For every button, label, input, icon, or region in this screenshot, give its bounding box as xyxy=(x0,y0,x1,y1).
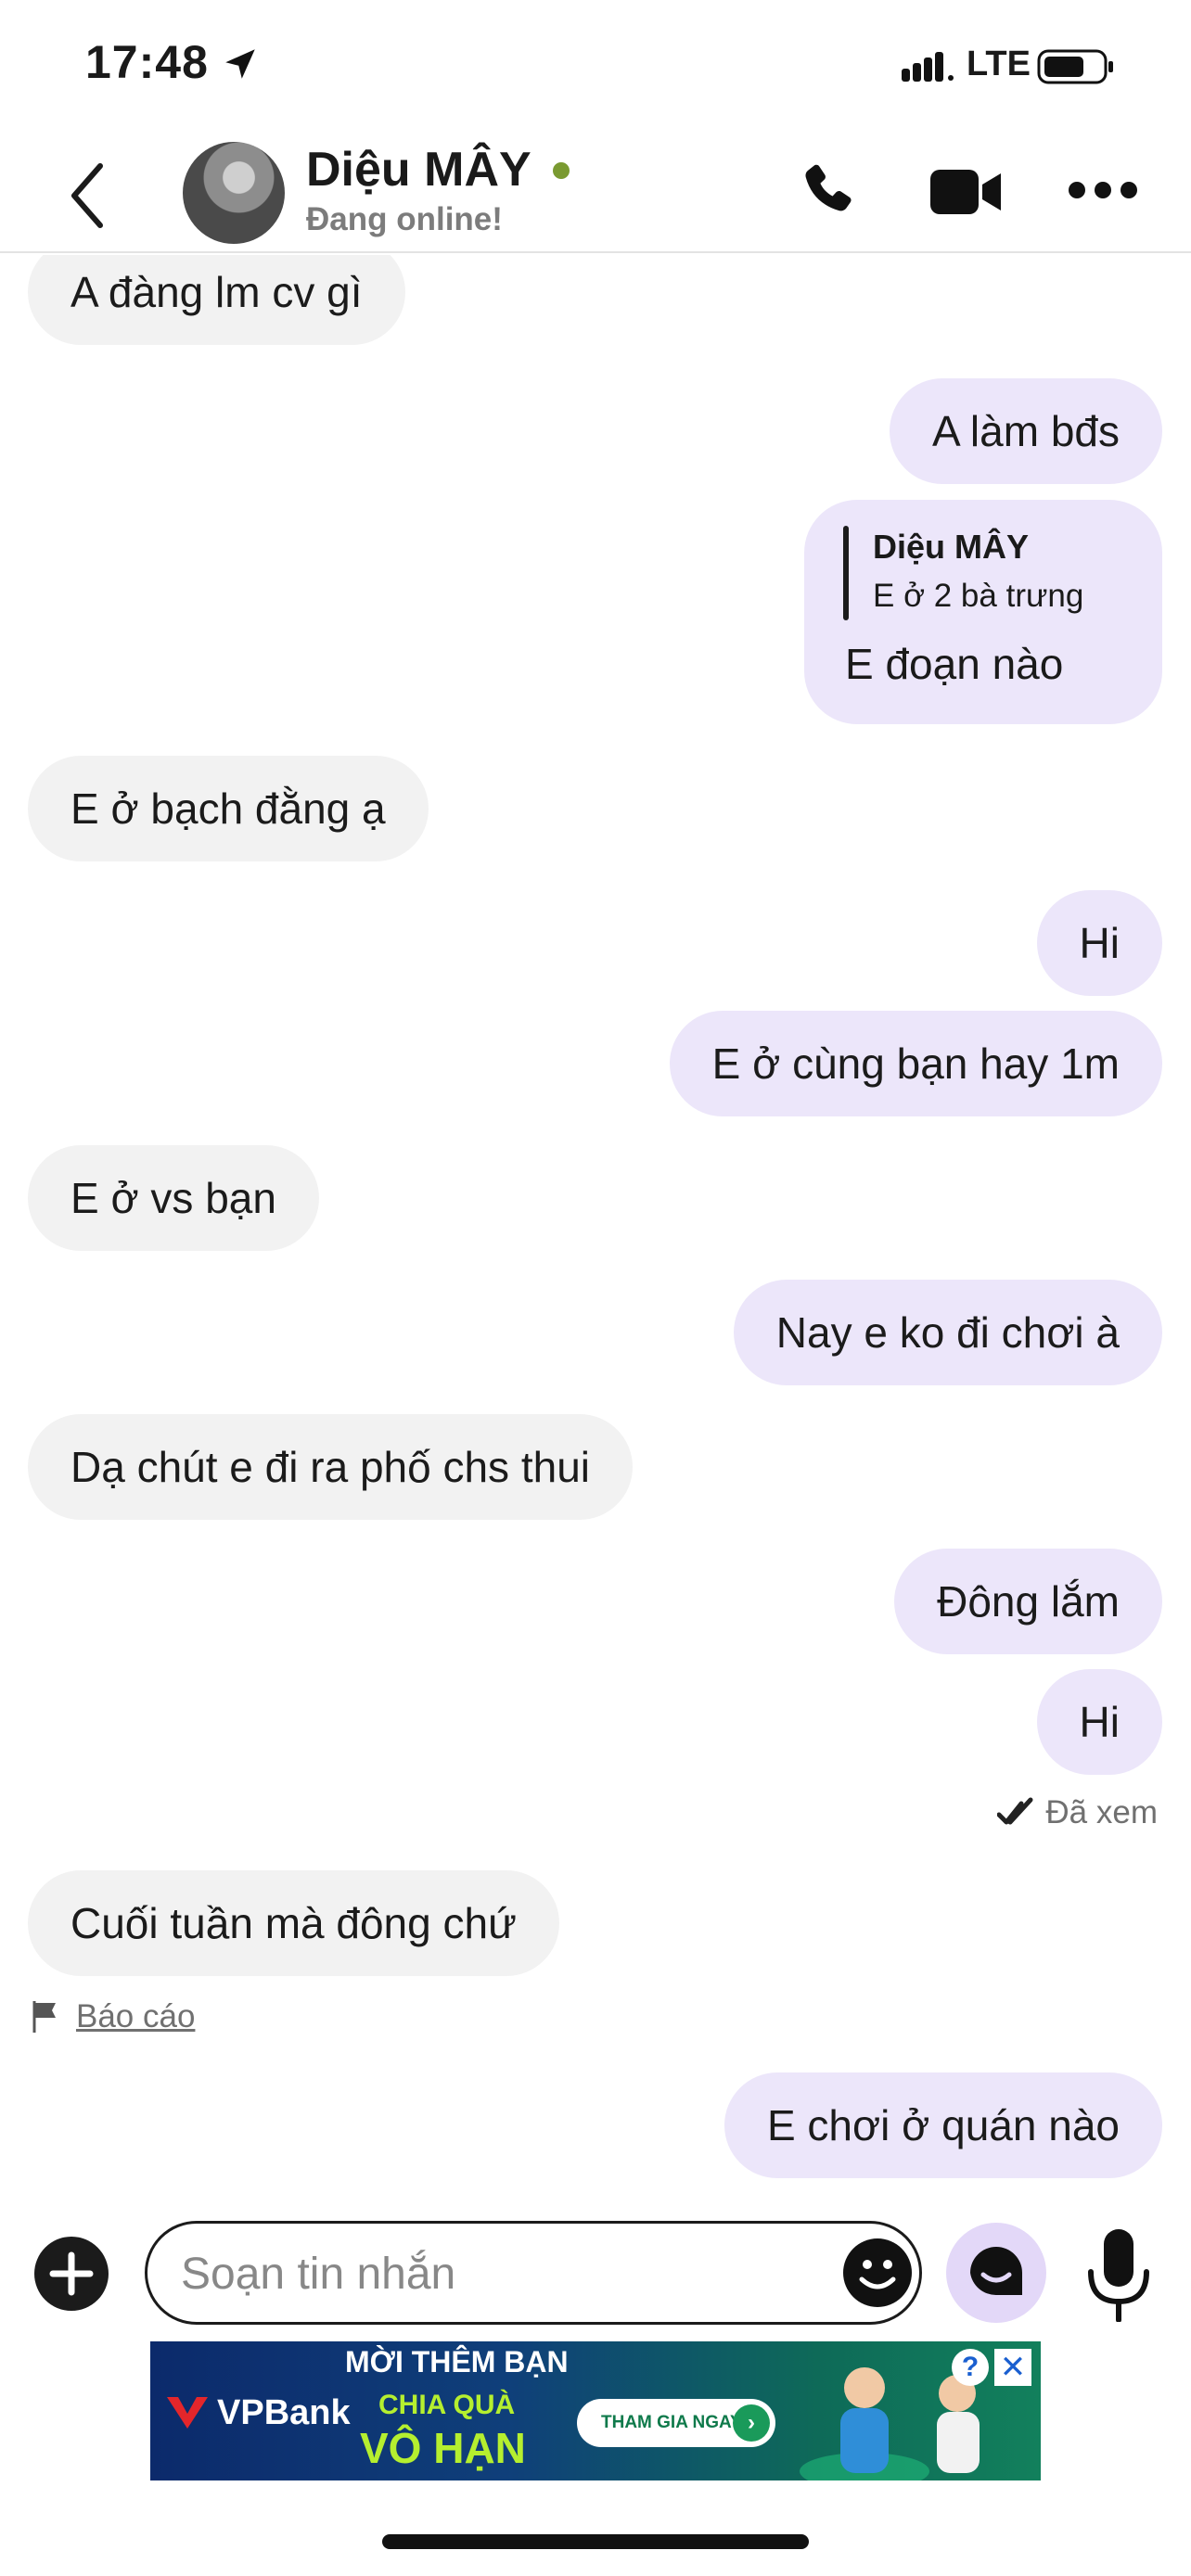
sticker-icon xyxy=(970,2247,1022,2296)
network-type: LTE xyxy=(967,45,1031,83)
double-check-icon xyxy=(997,1797,1033,1825)
ad-highlight: VÔ HẠN xyxy=(360,2424,526,2472)
quote-bar xyxy=(843,526,849,620)
ad-cta-button[interactable]: THAM GIA NGAY › xyxy=(577,2399,775,2447)
ad-close-button[interactable]: ✕ xyxy=(994,2349,1031,2386)
quoted-text: E ở 2 bà trưng xyxy=(873,578,1084,614)
signal-icon xyxy=(902,52,954,82)
message-outgoing[interactable]: Nay e ko đi chơi à xyxy=(733,1280,1162,1385)
message-outgoing[interactable]: E chơi ở quán nào xyxy=(724,2072,1162,2178)
message-input[interactable] xyxy=(181,2244,784,2303)
quoted-sender: Diệu MÂY xyxy=(873,528,1030,566)
ad-brand: VPBank xyxy=(217,2392,351,2432)
more-icon[interactable] xyxy=(1067,179,1139,201)
ad-cta-label: THAM GIA NGAY xyxy=(601,2413,742,2432)
contact-name[interactable]: Diệu MÂY xyxy=(306,142,531,198)
message-outgoing-reply[interactable]: Diệu MÂY E ở 2 bà trưng E đoạn nào xyxy=(804,500,1162,724)
message-composer xyxy=(0,2207,1191,2346)
message-outgoing[interactable]: Hi xyxy=(1036,1669,1162,1775)
emoji-icon[interactable] xyxy=(841,2237,914,2309)
message-outgoing[interactable]: Hi xyxy=(1036,890,1162,996)
arrow-right-icon: › xyxy=(733,2404,770,2442)
back-icon[interactable] xyxy=(65,160,111,231)
chat-header: Diệu MÂY Đang online! xyxy=(0,134,1191,253)
seen-label: Đã xem xyxy=(1045,1794,1158,1830)
message-outgoing[interactable]: Đông lắm xyxy=(894,1549,1162,1654)
ad-info-button[interactable]: ? xyxy=(952,2349,989,2386)
message-incoming[interactable]: E ở bạch đằng ạ xyxy=(28,756,429,861)
message-list[interactable]: A đàng lm cv gì A làm bđs Diệu MÂY E ở 2… xyxy=(0,255,1191,2193)
plus-icon xyxy=(49,2251,94,2296)
message-incoming[interactable]: A đàng lm cv gì xyxy=(28,255,405,345)
report-link[interactable]: Báo cáo xyxy=(32,1998,195,2035)
report-label[interactable]: Báo cáo xyxy=(76,1998,195,2035)
ad-brand-logo: VPBank xyxy=(163,2391,351,2434)
status-time: 17:48 xyxy=(85,36,209,88)
ad-banner[interactable]: VPBank MỜI THÊM BẠN CHIA QUÀ VÔ HẠN THAM… xyxy=(150,2341,1041,2480)
video-camera-icon[interactable] xyxy=(930,166,1003,218)
phone-icon[interactable] xyxy=(796,159,863,225)
message-incoming[interactable]: Dạ chút e đi ra phố chs thui xyxy=(28,1414,633,1520)
ad-headline: MỜI THÊM BẠN xyxy=(345,2345,569,2378)
home-indicator[interactable] xyxy=(382,2534,809,2549)
vpbank-logo-icon xyxy=(167,2397,208,2429)
microphone-icon[interactable] xyxy=(1085,2227,1152,2322)
online-status-dot xyxy=(553,162,570,179)
battery-icon xyxy=(1037,49,1113,84)
message-incoming[interactable]: Cuối tuần mà đông chứ xyxy=(28,1870,559,1976)
status-bar: 17:48 LTE xyxy=(0,0,1191,134)
message-text: E đoạn nào xyxy=(845,640,1064,688)
sticker-button[interactable] xyxy=(946,2223,1046,2323)
ad-subheadline: CHIA QUÀ xyxy=(378,2390,516,2420)
flag-icon xyxy=(32,2001,56,2033)
message-outgoing[interactable]: A làm bđs xyxy=(890,378,1162,484)
add-attachment-button[interactable] xyxy=(34,2237,109,2311)
avatar[interactable] xyxy=(183,142,285,244)
message-incoming[interactable]: E ở vs bạn xyxy=(28,1145,319,1251)
message-input-box[interactable] xyxy=(145,2221,922,2325)
presence-status: Đang online! xyxy=(306,201,503,237)
seen-receipt: Đã xem xyxy=(997,1794,1158,1831)
message-outgoing[interactable]: E ở cùng bạn hay 1m xyxy=(669,1011,1162,1116)
location-arrow-icon xyxy=(225,49,255,79)
